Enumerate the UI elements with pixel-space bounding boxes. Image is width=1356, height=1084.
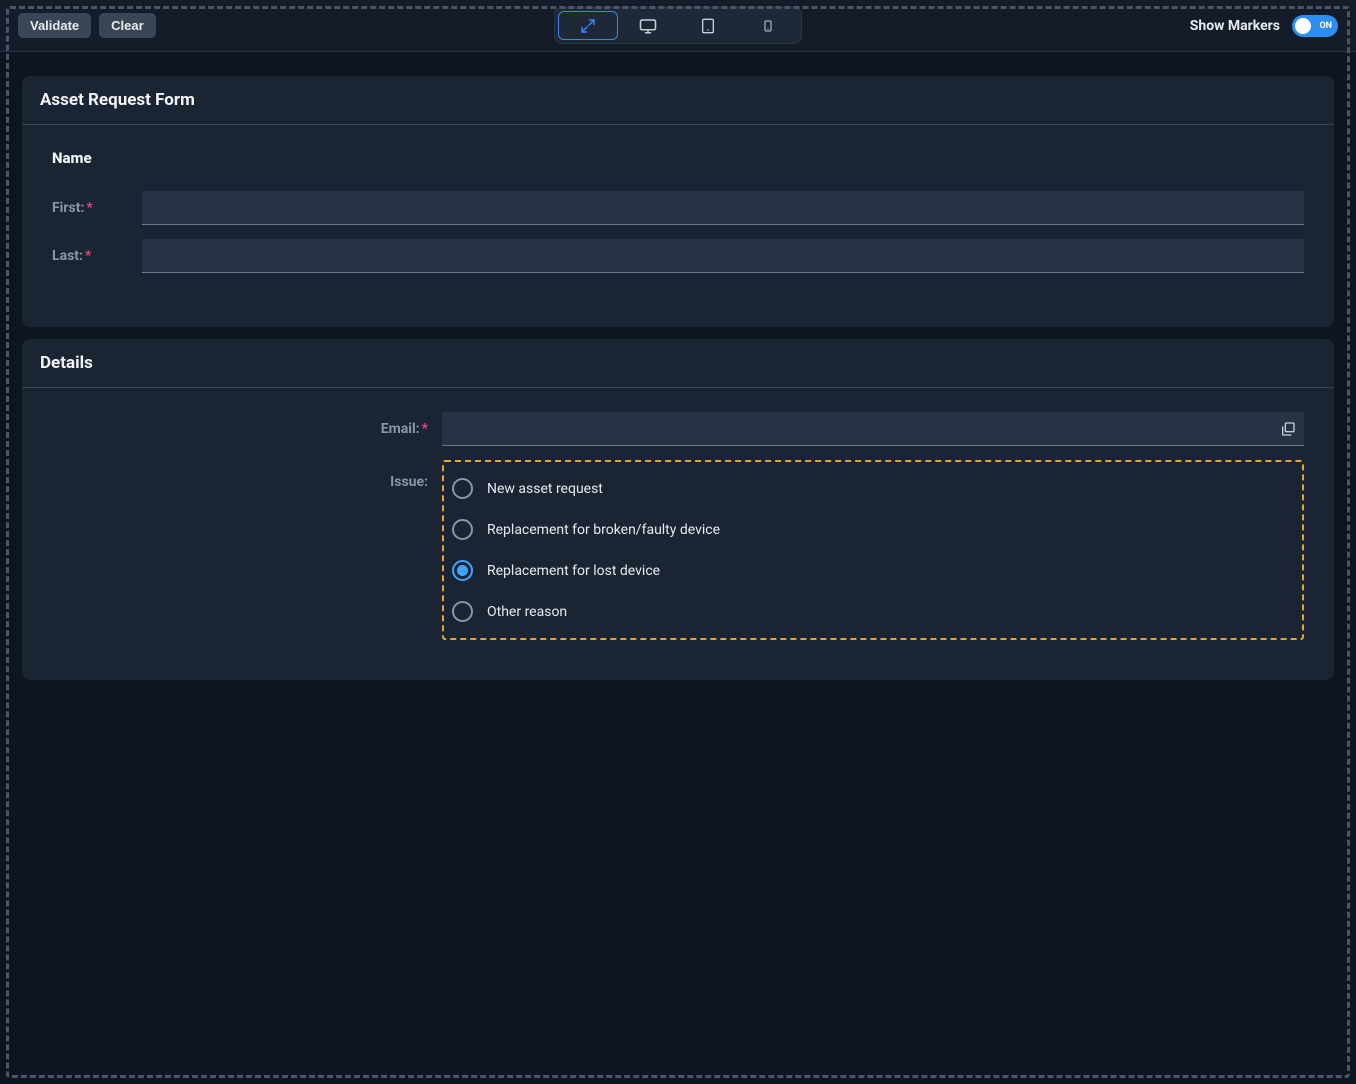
name-section-heading: Name [52,149,1304,167]
details-body: Email:* Issue: [22,388,1334,680]
panel-title: Asset Request Form [22,76,1334,125]
email-open-dialog-button[interactable] [1272,421,1304,437]
issue-label: Issue: [22,460,442,490]
first-name-label-text: First: [52,200,84,216]
issue-option-1[interactable]: Replacement for broken/faulty device [452,509,1294,550]
viewport-mobile-button[interactable] [738,11,798,40]
radio-indicator [452,519,473,540]
desktop-icon [639,17,657,35]
last-name-label-text: Last: [52,248,83,264]
expand-icon [579,17,597,35]
last-name-input[interactable] [142,239,1304,273]
required-marker: * [85,248,91,264]
viewport-tablet-button[interactable] [678,11,738,40]
validate-button[interactable]: Validate [18,13,91,38]
email-label: Email:* [22,421,442,437]
email-label-text: Email: [381,421,420,437]
issue-label-text: Issue: [390,474,428,490]
open-dialog-icon [1280,421,1296,437]
last-name-label: Last:* [52,248,142,264]
radio-indicator [452,560,473,581]
viewport-desktop-button[interactable] [618,11,678,40]
details-panel: Details Email:* [22,339,1334,680]
first-name-input[interactable] [142,191,1304,225]
email-row: Email:* [22,412,1304,446]
radio-label: Other reason [487,604,567,620]
issue-option-2[interactable]: Replacement for lost device [452,550,1294,591]
toolbar-right: Show Markers ON [1190,15,1338,37]
details-title: Details [22,339,1334,388]
required-marker: * [422,421,428,437]
last-name-row: Last:* [52,239,1304,273]
required-marker: * [86,200,92,216]
show-markers-toggle[interactable]: ON [1292,15,1338,37]
radio-label: Replacement for broken/faulty device [487,522,720,538]
email-input-wrap [442,412,1304,446]
toolbar-left: Validate Clear [18,13,156,38]
radio-label: Replacement for lost device [487,563,660,579]
viewport-switcher [554,7,802,44]
issue-row: Issue: New asset request Replacement for… [22,460,1304,640]
form-canvas: Asset Request Form Name First:* Last:* D… [0,52,1356,716]
first-name-row: First:* [52,191,1304,225]
radio-indicator [452,478,473,499]
viewport-expand-button[interactable] [558,11,618,40]
tablet-icon [700,17,716,35]
show-markers-label: Show Markers [1190,18,1280,34]
issue-option-0[interactable]: New asset request [452,468,1294,509]
clear-button[interactable]: Clear [99,13,156,38]
asset-request-panel: Asset Request Form Name First:* Last:* [22,76,1334,327]
radio-label: New asset request [487,481,603,497]
first-name-label: First:* [52,200,142,216]
radio-indicator [452,601,473,622]
issue-radio-group: New asset request Replacement for broken… [442,460,1304,640]
mobile-icon [762,17,774,35]
email-input[interactable] [442,412,1272,445]
toolbar: Validate Clear [0,0,1356,52]
panel-body: Name First:* Last:* [22,125,1334,327]
issue-option-3[interactable]: Other reason [452,591,1294,632]
toggle-state-text: ON [1319,21,1332,31]
